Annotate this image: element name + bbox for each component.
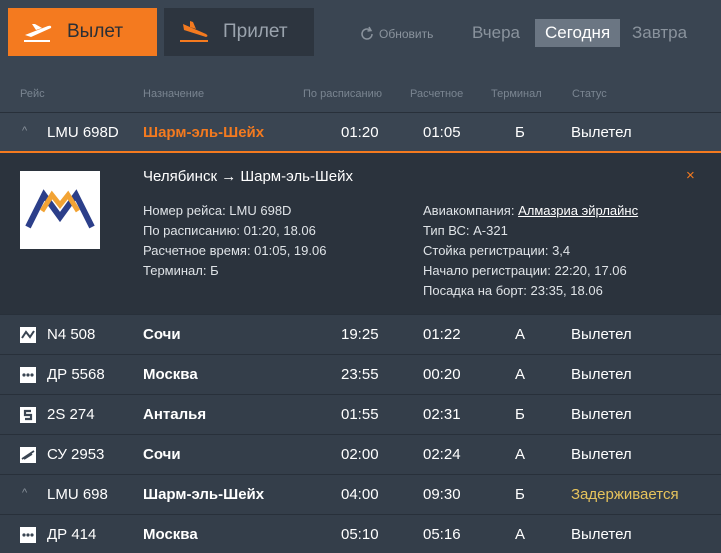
plane-takeoff-icon (24, 24, 52, 42)
scheduled-time: 19:25 (341, 326, 379, 343)
destination: Сочи (143, 446, 181, 463)
pobeda-logo-icon (20, 367, 36, 383)
tab-departures-label: Вылет (67, 21, 124, 42)
status: Вылетел (571, 406, 632, 423)
estimated-time: 01:05 (423, 124, 461, 141)
airline-logo (20, 171, 100, 249)
airline-s-logo-icon (20, 407, 36, 423)
terminal: А (515, 366, 526, 383)
detail-info-right: Авиакомпания: Алмазриа эйрлайнс Тип ВС: … (423, 201, 638, 301)
detail-airline: Авиакомпания: Алмазриа эйрлайнс (423, 201, 638, 221)
table-row[interactable]: 2S 274 Анталья 01:55 02:31 Б Вылетел (0, 394, 721, 434)
status: Вылетел (571, 124, 632, 141)
table-header: Рейс Назначение По расписанию Расчетное … (0, 84, 721, 104)
table-row[interactable]: ДР 414 Москва 05:10 05:16 А Вылетел (0, 514, 721, 553)
status: Вылетел (571, 366, 632, 383)
detail-airline-prefix: Авиакомпания: (423, 203, 515, 218)
estimated-time: 09:30 (423, 486, 461, 503)
col-estimated: Расчетное (410, 88, 464, 100)
detail-aircraft: Тип ВС: А-321 (423, 223, 508, 238)
plane-landing-icon (180, 21, 208, 42)
chevron-up-icon[interactable]: ^ (22, 125, 38, 141)
day-today[interactable]: Сегодня (535, 19, 621, 47)
terminal: А (515, 526, 526, 543)
flight-number: ДР 414 (47, 526, 97, 543)
terminal: А (515, 446, 526, 463)
scheduled-time: 01:20 (341, 124, 379, 141)
scheduled-time: 23:55 (341, 366, 379, 383)
scheduled-time: 04:00 (341, 486, 379, 503)
status: Вылетел (571, 446, 632, 463)
tab-arrivals-label: Прилет (223, 21, 288, 42)
destination: Сочи (143, 326, 181, 343)
tab-arrivals[interactable]: Прилет (164, 8, 314, 56)
estimated-time: 02:31 (423, 406, 461, 423)
table-row-expanded[interactable]: ^ LMU 698D Шарм-эль-Шейх 01:20 01:05 Б В… (0, 112, 721, 152)
chevron-up-icon[interactable]: ^ (22, 487, 38, 503)
flight-number: LMU 698D (47, 124, 119, 141)
destination: Анталья (143, 406, 207, 423)
flight-number: СУ 2953 (47, 446, 105, 463)
top-bar: Вылет Прилет Обновить Вчера Сегодня Завт… (0, 0, 721, 64)
route-title: Челябинск → Шарм-эль-Шейх (143, 168, 353, 185)
nordwind-logo-icon (20, 327, 36, 343)
status: Задерживается (571, 486, 679, 503)
detail-checkin-start: Начало регистрации: 22:20, 17.06 (423, 263, 627, 278)
destination: Москва (143, 366, 198, 383)
col-destination: Назначение (143, 88, 205, 100)
estimated-time: 02:24 (423, 446, 461, 463)
close-icon[interactable]: × (686, 167, 695, 184)
terminal: Б (515, 486, 525, 503)
table-row[interactable]: ^ LMU 698 Шарм-эль-Шейх 04:00 09:30 Б За… (0, 474, 721, 514)
day-yesterday[interactable]: Вчера (462, 19, 530, 47)
detail-terminal: Терминал: Б (143, 263, 219, 278)
col-scheduled: По расписанию (303, 88, 383, 100)
detail-scheduled: По расписанию: 01:20, 18.06 (143, 223, 316, 238)
col-status: Статус (572, 88, 607, 100)
estimated-time: 05:16 (423, 526, 461, 543)
col-flight: Рейс (20, 88, 45, 100)
estimated-time: 00:20 (423, 366, 461, 383)
destination: Шарм-эль-Шейх (143, 124, 265, 141)
estimated-time: 01:22 (423, 326, 461, 343)
detail-estimated: Расчетное время: 01:05, 19.06 (143, 243, 327, 258)
destination: Шарм-эль-Шейх (143, 486, 265, 503)
flight-number: 2S 274 (47, 406, 95, 423)
destination: Москва (143, 526, 198, 543)
alrosa-logo-icon (25, 189, 95, 229)
detail-boarding: Посадка на борт: 23:35, 18.06 (423, 283, 603, 298)
scheduled-time: 01:55 (341, 406, 379, 423)
aeroflot-logo-icon (20, 447, 36, 463)
detail-checkin-counter: Стойка регистрации: 3,4 (423, 243, 571, 258)
flight-detail-panel: Челябинск → Шарм-эль-Шейх × Номер рейса:… (0, 151, 721, 314)
refresh-icon (361, 26, 373, 40)
tab-departures[interactable]: Вылет (8, 8, 157, 56)
detail-flight-number: Номер рейса: LMU 698D (143, 203, 292, 218)
terminal: Б (515, 124, 525, 141)
pobeda-logo-icon (20, 527, 36, 543)
refresh-label: Обновить (379, 27, 434, 41)
flight-number: LMU 698 (47, 486, 108, 503)
airline-link[interactable]: Алмазриа эйрлайнс (518, 203, 638, 218)
refresh-button[interactable]: Обновить (359, 24, 433, 44)
scheduled-time: 02:00 (341, 446, 379, 463)
table-row[interactable]: ДР 5568 Москва 23:55 00:20 А Вылетел (0, 354, 721, 394)
day-tomorrow[interactable]: Завтра (622, 19, 697, 47)
terminal: Б (515, 406, 525, 423)
terminal: А (515, 326, 526, 343)
table-row[interactable]: СУ 2953 Сочи 02:00 02:24 А Вылетел (0, 434, 721, 474)
flight-number: N4 508 (47, 326, 96, 343)
scheduled-time: 05:10 (341, 526, 379, 543)
status: Вылетел (571, 326, 632, 343)
flight-number: ДР 5568 (47, 366, 105, 383)
table-row[interactable]: N4 508 Сочи 19:25 01:22 А Вылетел (0, 314, 721, 354)
status: Вылетел (571, 526, 632, 543)
col-terminal: Терминал (491, 88, 542, 100)
detail-info-left: Номер рейса: LMU 698D По расписанию: 01:… (143, 201, 326, 281)
